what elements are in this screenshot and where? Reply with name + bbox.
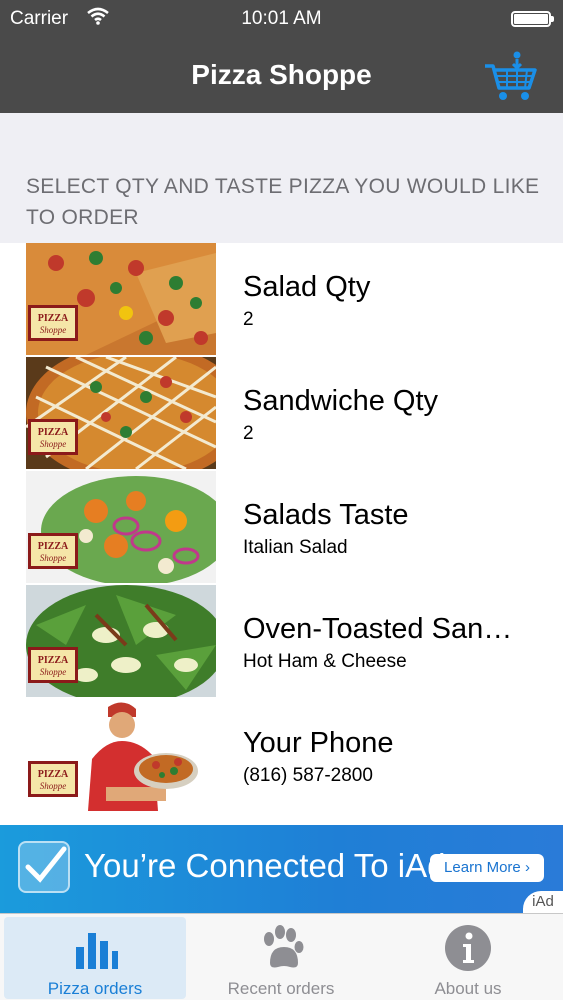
tab-label: Pizza orders <box>47 979 143 998</box>
bar-chart-icon <box>70 923 120 973</box>
item-label: Your Phone <box>243 727 394 759</box>
checkmark-icon <box>18 841 70 893</box>
learn-more-button[interactable]: Learn More › <box>430 854 544 882</box>
svg-text:PIZZA: PIZZA <box>38 541 69 552</box>
pizza-slices-image: PIZZA Shoppe <box>26 243 216 355</box>
pizza-delivery-man-image: PIZZA Shoppe <box>26 699 216 811</box>
tab-label: About us <box>434 979 502 998</box>
order-options-list: PIZZA Shoppe Salad Qty 2 PIZZA Shoppe Sa… <box>0 243 563 825</box>
greens-salad-image: PIZZA Shoppe <box>26 585 216 697</box>
pizza-lattice-image: PIZZA Shoppe <box>26 357 216 469</box>
iad-banner[interactable]: You’re Connected To iAd Learn More › iAd <box>0 825 563 913</box>
status-bar: Carrier 10:01 AM <box>0 0 563 40</box>
item-value: Hot Ham & Cheese <box>243 651 407 672</box>
svg-text:Shoppe: Shoppe <box>40 781 67 791</box>
page-title: Pizza Shoppe <box>191 59 372 90</box>
salad-qty-row[interactable]: PIZZA Shoppe Salad Qty 2 <box>0 243 563 357</box>
tab-bar: Pizza orders Recent orders About us <box>0 913 563 1000</box>
ad-headline: You’re Connected To iAd <box>84 847 446 884</box>
svg-text:PIZZA: PIZZA <box>38 313 69 324</box>
cart-icon[interactable] <box>483 48 539 104</box>
battery-icon <box>511 11 554 27</box>
learn-more-label: Learn More <box>444 859 521 876</box>
svg-text:Shoppe: Shoppe <box>40 325 67 335</box>
chevron-right-icon: › <box>524 859 530 876</box>
item-value: (816) 587-2800 <box>243 765 373 786</box>
paw-icon <box>256 923 306 973</box>
item-value: 2 <box>243 423 254 444</box>
svg-text:PIZZA: PIZZA <box>38 655 69 666</box>
salad-image: PIZZA Shoppe <box>26 471 216 583</box>
your-phone-row[interactable]: PIZZA Shoppe Your Phone (816) 587-2800 <box>0 699 563 813</box>
oven-toasted-sandwich-row[interactable]: PIZZA Shoppe Oven-Toasted San… Hot Ham &… <box>0 585 563 699</box>
info-icon <box>443 923 493 973</box>
svg-text:Shoppe: Shoppe <box>40 553 67 563</box>
item-label: Sandwiche Qty <box>243 385 439 417</box>
section-header: SELECT QTY AND TASTE PIZZA YOU WOULD LIK… <box>0 113 563 243</box>
tab-recent-orders[interactable]: Recent orders <box>190 917 372 999</box>
svg-text:PIZZA: PIZZA <box>38 427 69 438</box>
tab-pizza-orders[interactable]: Pizza orders <box>4 917 186 999</box>
item-value: Italian Salad <box>243 537 348 558</box>
clock: 10:01 AM <box>241 8 322 29</box>
sandwiche-qty-row[interactable]: PIZZA Shoppe Sandwiche Qty 2 <box>0 357 563 471</box>
item-value: 2 <box>243 309 254 330</box>
iad-corner-label: iAd <box>523 891 563 913</box>
item-label: Salad Qty <box>243 271 371 303</box>
svg-text:PIZZA: PIZZA <box>38 769 69 780</box>
salads-taste-row[interactable]: PIZZA Shoppe Salads Taste Italian Salad <box>0 471 563 585</box>
tab-label: Recent orders <box>227 979 335 998</box>
item-label: Salads Taste <box>243 499 409 531</box>
section-header-text: SELECT QTY AND TASTE PIZZA YOU WOULD LIK… <box>26 175 540 229</box>
item-label: Oven-Toasted San… <box>243 613 513 645</box>
navigation-bar: Pizza Shoppe <box>0 40 563 113</box>
tab-about-us[interactable]: About us <box>377 917 559 999</box>
svg-text:Shoppe: Shoppe <box>40 667 67 677</box>
svg-text:Shoppe: Shoppe <box>40 439 67 449</box>
